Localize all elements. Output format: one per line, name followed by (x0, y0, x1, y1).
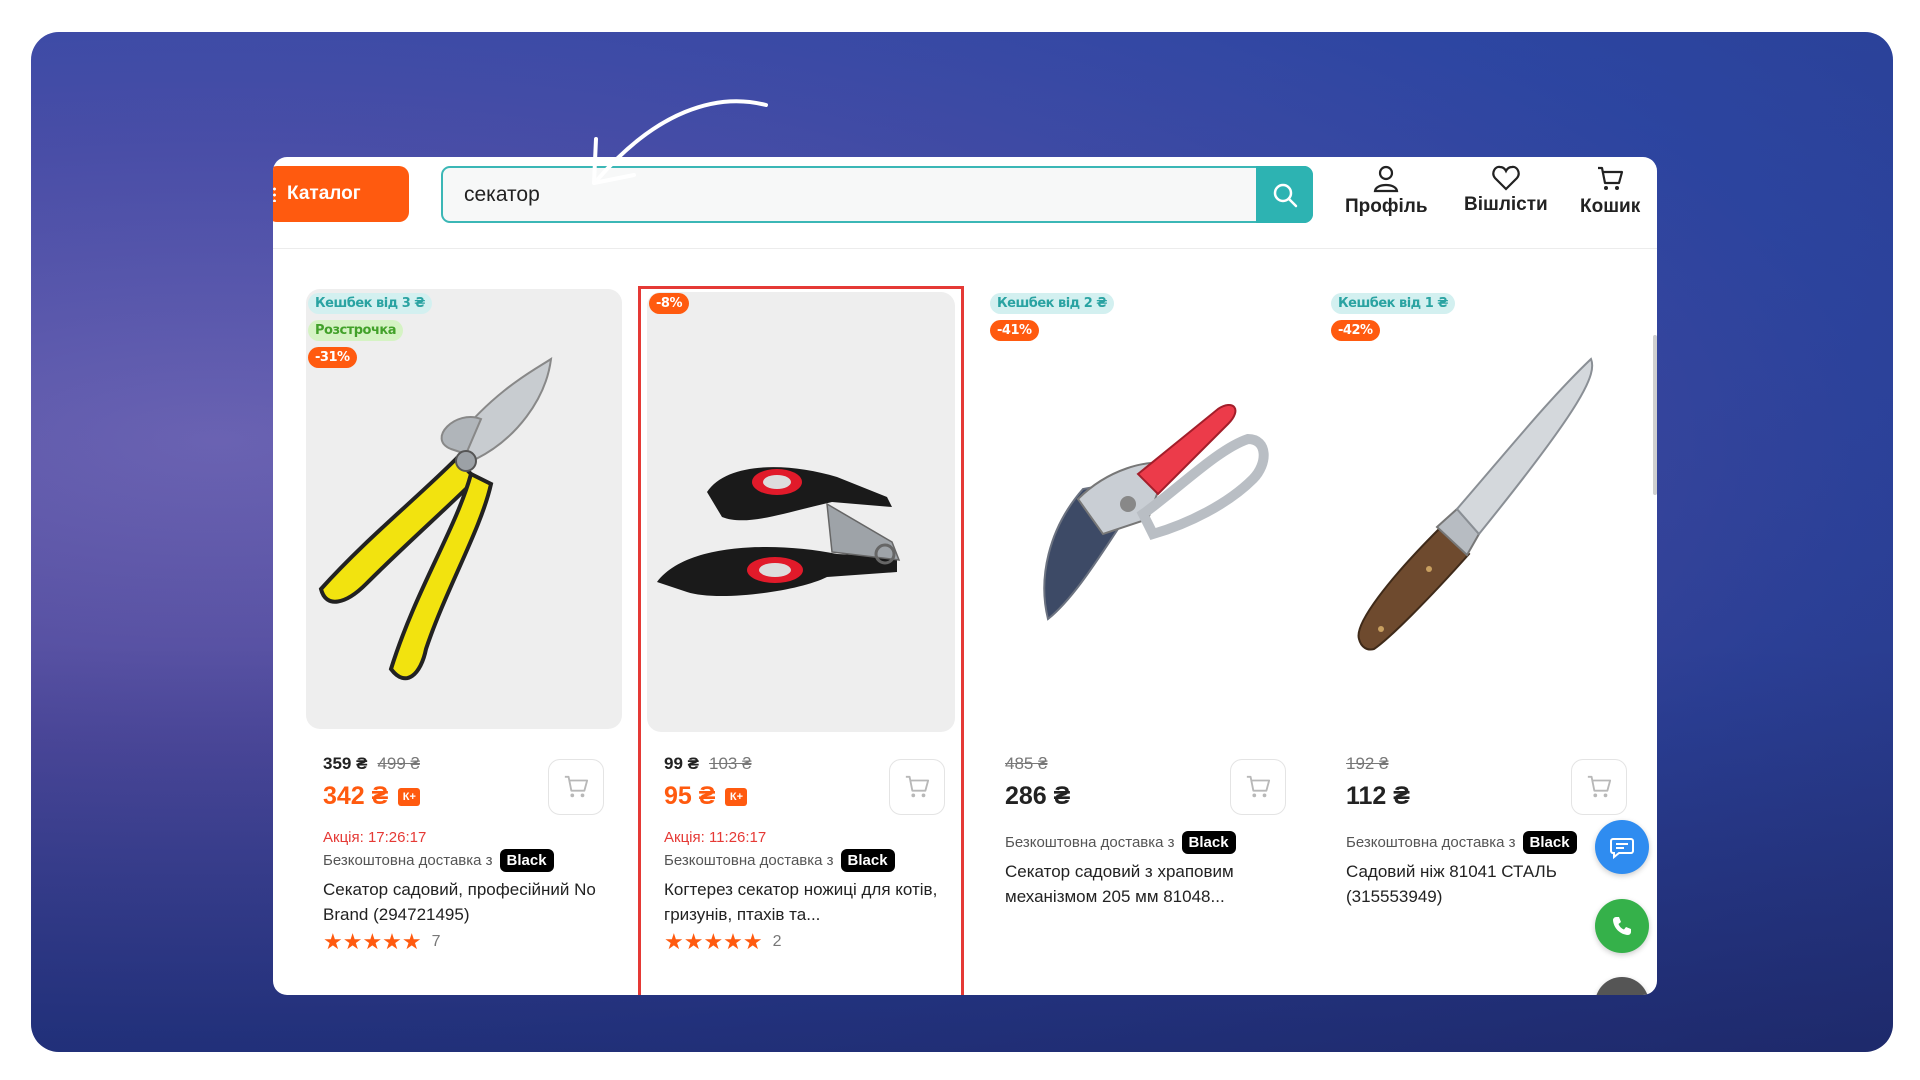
old-price: 103 ₴ (708, 754, 752, 773)
star-icons: ★★★★★ (664, 929, 763, 954)
product-image[interactable] (988, 289, 1304, 729)
badge-group: Кешбек від 1 ₴ -42% (1331, 293, 1455, 341)
main-price: 286 ₴ (1005, 782, 1071, 810)
discount-badge: -8% (649, 293, 689, 314)
chat-icon (1610, 838, 1634, 860)
installment-badge: Розстрочка (308, 320, 404, 341)
promo-timer: Акція: 17:26:17 (323, 829, 427, 846)
cart-icon (564, 775, 589, 798)
delivery-text: Безкоштовна доставка з (323, 852, 493, 869)
review-count[interactable]: 7 (432, 933, 441, 951)
wishlist-label: Вішлісти (1464, 194, 1548, 215)
kplus-icon: К+ (725, 787, 748, 806)
product-card[interactable]: Кешбек від 2 ₴ -41% 485 ₴ 286 ₴ Безкошто… (982, 289, 1304, 995)
add-to-cart-button[interactable] (1571, 759, 1627, 815)
nail-clipper-image (657, 467, 901, 597)
header: Каталог Профіль Вішлісти (273, 157, 1657, 249)
main-price: 112 ₴ (1346, 782, 1410, 810)
search-input[interactable] (443, 168, 1243, 221)
product-title[interactable]: Когтерез секатор ножиці для котів, гризу… (664, 877, 954, 927)
profile-label: Профіль (1345, 196, 1428, 217)
cashback-badge: Кешбек від 3 ₴ (308, 293, 432, 314)
cart-icon (905, 775, 930, 798)
cart-label: Кошик (1580, 196, 1641, 217)
old-price: 499 ₴ (377, 754, 420, 773)
rating: ★★★★★ 7 (323, 929, 441, 955)
product-image[interactable] (647, 292, 955, 732)
black-tag: Black (499, 849, 554, 872)
product-image[interactable] (1329, 289, 1645, 729)
kplus-icon: К+ (398, 787, 421, 806)
add-to-cart-button[interactable] (889, 759, 945, 815)
heart-icon (1492, 165, 1520, 191)
product-title[interactable]: Секатор садовий з храповим механізмом 20… (1005, 859, 1295, 909)
call-button[interactable] (1595, 899, 1649, 953)
cashback-badge: Кешбек від 1 ₴ (1331, 293, 1455, 314)
cart-link[interactable]: Кошик (1580, 165, 1640, 218)
review-count[interactable]: 2 (773, 933, 782, 951)
add-to-cart-button[interactable] (1230, 759, 1286, 815)
cart-icon (1598, 166, 1624, 190)
profile-icon (1374, 165, 1399, 193)
cashback-badge: Кешбек від 2 ₴ (990, 293, 1114, 314)
arrow-annotation-icon (592, 99, 768, 185)
product-card[interactable]: Кешбек від 3 ₴ Розстрочка -31% 359 ₴ 499… (300, 289, 622, 995)
product-card-highlighted[interactable]: -8% 99 ₴ 103 ₴ 95 ₴ К+ Акція: 11:26:17 Б… (638, 286, 964, 995)
price: 99 ₴ (664, 754, 699, 773)
cart-icon (1246, 775, 1271, 798)
black-tag: Black (1522, 831, 1577, 854)
old-price: 485 ₴ (1005, 754, 1048, 773)
product-card[interactable]: Кешбек від 1 ₴ -42% 192 ₴ 112 ₴ Безкошто… (1323, 289, 1645, 995)
badge-group: -8% (649, 293, 689, 314)
wishlist-link[interactable]: Вішлісти (1464, 165, 1548, 216)
product-title[interactable]: Секатор садовий, професійний No Brand (2… (323, 877, 613, 927)
phone-icon (1613, 917, 1631, 935)
delivery-info: Безкоштовна доставка з Black (1346, 831, 1577, 854)
promo-timer: Акція: 11:26:17 (664, 829, 767, 846)
discount-badge: -31% (308, 347, 357, 368)
main-price: 95 ₴ (664, 782, 716, 810)
delivery-text: Безкоштовна доставка з (1005, 834, 1175, 851)
old-price: 192 ₴ (1346, 754, 1389, 773)
add-to-cart-button[interactable] (548, 759, 604, 815)
menu-dots-icon (273, 186, 276, 202)
catalog-label: Каталог (287, 183, 361, 204)
garden-knife-image (1357, 357, 1594, 651)
black-tag: Black (840, 849, 895, 872)
ratchet-pruner-image (1043, 404, 1269, 621)
price-block: 359 ₴ 499 ₴ 342 ₴ К+ (323, 754, 421, 811)
delivery-text: Безкоштовна доставка з (664, 852, 834, 869)
search-box (441, 166, 1313, 223)
star-icons: ★★★★★ (323, 929, 422, 954)
price-block: 99 ₴ 103 ₴ 95 ₴ К+ (664, 754, 752, 811)
delivery-info: Безкоштовна доставка з Black (323, 849, 554, 872)
delivery-info: Безкоштовна доставка з Black (664, 849, 895, 872)
search-button[interactable] (1256, 166, 1313, 223)
discount-badge: -42% (1331, 320, 1380, 341)
main-price: 342 ₴ (323, 782, 389, 810)
catalog-button[interactable]: Каталог (273, 166, 409, 222)
discount-badge: -41% (990, 320, 1039, 341)
price-block: 192 ₴ 112 ₴ (1346, 754, 1410, 811)
black-tag: Black (1181, 831, 1236, 854)
badge-group: Кешбек від 3 ₴ Розстрочка -31% (308, 293, 432, 368)
price: 359 ₴ (323, 754, 368, 773)
cart-icon (1587, 775, 1612, 798)
badge-group: Кешбек від 2 ₴ -41% (990, 293, 1114, 341)
product-title[interactable]: Садовий ніж 81041 СТАЛЬ (315553949) (1346, 859, 1636, 909)
delivery-info: Безкоштовна доставка з Black (1005, 831, 1236, 854)
rating: ★★★★★ 2 (664, 929, 782, 955)
chat-button[interactable] (1595, 820, 1649, 874)
delivery-text: Безкоштовна доставка з (1346, 834, 1516, 851)
scrollbar[interactable] (1653, 335, 1657, 495)
profile-link[interactable]: Профіль (1345, 165, 1428, 218)
search-icon (1273, 183, 1297, 207)
price-block: 485 ₴ 286 ₴ (1005, 754, 1070, 811)
shop-window: Каталог Профіль Вішлісти (273, 157, 1657, 995)
